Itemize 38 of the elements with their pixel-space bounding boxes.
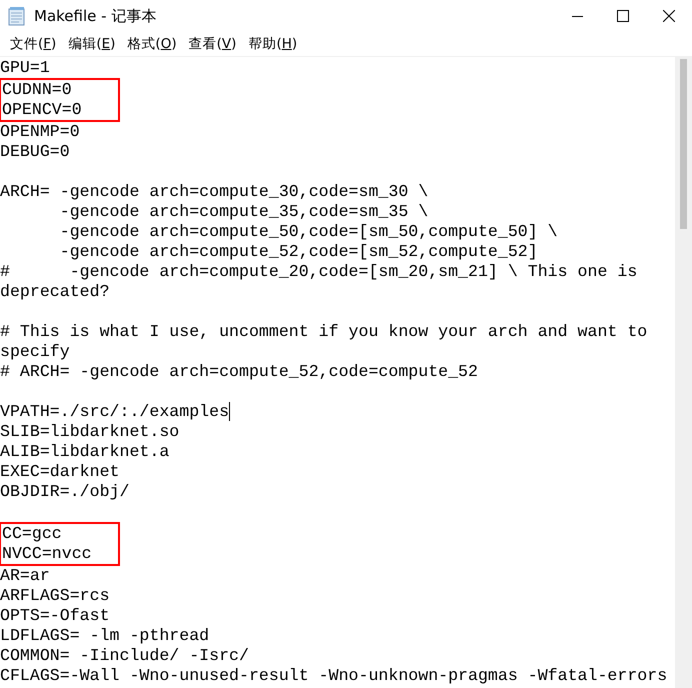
code-line: OPENCV=0 bbox=[2, 100, 82, 119]
code-line: GPU=1 bbox=[0, 58, 50, 77]
code-line: specify bbox=[0, 342, 70, 361]
code-line: -gencode arch=compute_35,code=sm_35 \ bbox=[58, 202, 428, 221]
menu-item[interactable]: 编辑(E) bbox=[62, 34, 122, 54]
maximize-icon bbox=[617, 10, 629, 22]
code-line: DEBUG=0 bbox=[0, 142, 70, 161]
code-line: VPATH=./src/:./examples bbox=[0, 402, 230, 421]
code-line: OPTS=-Ofast bbox=[0, 606, 110, 625]
code-line: -gencode arch=compute_50,code=[sm_50,compute_50] \ bbox=[58, 222, 558, 241]
code-line: CUDNN=0 bbox=[2, 80, 72, 99]
code-line: LDFLAGS= -lm -pthread bbox=[0, 626, 210, 645]
code-line: OBJDIR=./obj/ bbox=[0, 482, 130, 501]
notepad-icon bbox=[8, 6, 26, 26]
code-line: SLIB=libdarknet.so bbox=[0, 422, 180, 441]
code-line: CFLAGS=-Wall -Wno-unused-result -Wno-unknown-pragmas -Wfatal-errors bbox=[0, 666, 668, 685]
code-line: # ARCH= -gencode arch=compute_52,code=compute_52 bbox=[0, 362, 478, 381]
code-line: deprecated? bbox=[0, 282, 110, 301]
window-title: Makefile - 记事本 bbox=[34, 6, 158, 27]
menu-item[interactable]: 帮助(H) bbox=[242, 34, 304, 54]
code-line: AR=ar bbox=[0, 566, 50, 585]
scrollbar[interactable] bbox=[675, 57, 692, 688]
code-line: ARCH= -gencode arch=compute_30,code=sm_30 \ bbox=[0, 182, 428, 201]
code-line: # -gencode arch=compute_20,code=[sm_20,sm_21] \ This one is bbox=[0, 262, 638, 281]
code-line: COMMON= -Iinclude/ -Isrc/ bbox=[0, 646, 249, 665]
code-line: # This is what I use, uncomment if you know your arch and want to bbox=[0, 322, 648, 341]
code-line: -gencode arch=compute_52,code=[sm_52,compute_52] bbox=[58, 242, 538, 261]
code-line: EXEC=darknet bbox=[0, 462, 120, 481]
close-icon bbox=[663, 10, 675, 22]
code-line: NVCC=nvcc bbox=[2, 544, 92, 563]
menu-item[interactable]: 文件(F) bbox=[4, 34, 62, 54]
scrollbar-thumb[interactable] bbox=[680, 59, 687, 229]
code-line: CC=gcc bbox=[2, 524, 62, 543]
code-line: OPENMP=0 bbox=[0, 122, 80, 141]
code-line: ALIB=libdarknet.a bbox=[0, 442, 170, 461]
menu-item[interactable]: 格式(O) bbox=[121, 34, 183, 54]
menu-item[interactable]: 查看(V) bbox=[182, 34, 242, 54]
code-line: ARFLAGS=rcs bbox=[0, 586, 110, 605]
